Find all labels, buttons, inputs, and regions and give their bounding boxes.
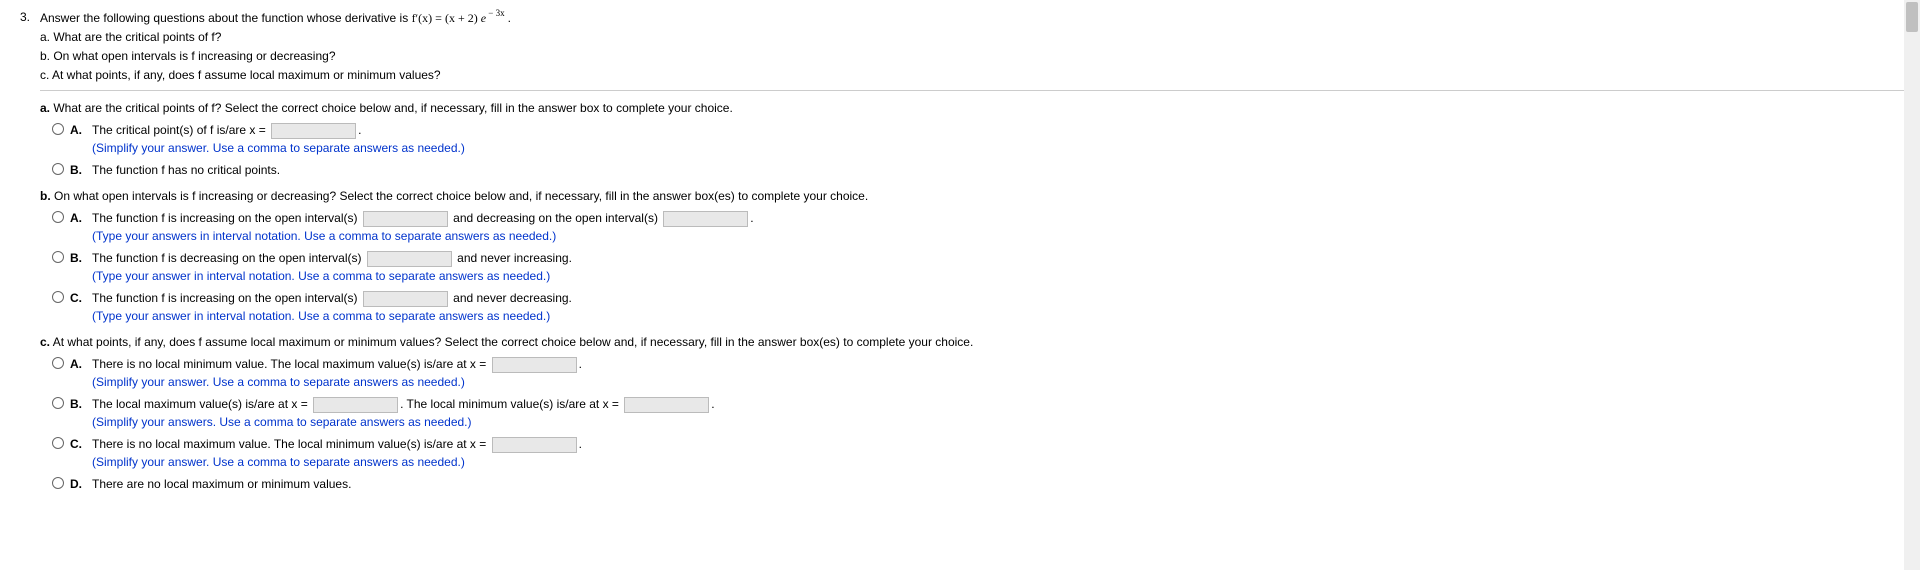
answer-input[interactable] bbox=[313, 397, 398, 413]
radio-icon[interactable] bbox=[52, 123, 64, 135]
choice-content: There is no local minimum value. The loc… bbox=[92, 355, 1904, 391]
formula-exponent: − 3x bbox=[486, 8, 505, 18]
part-b-text: On what open intervals is f increasing o… bbox=[51, 189, 869, 203]
divider bbox=[40, 90, 1904, 91]
choice-label-b: B. bbox=[70, 161, 84, 179]
stem-intro: Answer the following questions about the… bbox=[40, 8, 1904, 27]
question-stem: Answer the following questions about the… bbox=[40, 8, 1904, 84]
choice-content: The function f is decreasing on the open… bbox=[92, 249, 1904, 285]
pb-a-t2: and decreasing on the open interval(s) bbox=[450, 211, 661, 225]
part-c-prefix: c. bbox=[40, 335, 50, 349]
radio-icon[interactable] bbox=[52, 291, 64, 303]
stem-period: . bbox=[508, 11, 511, 25]
radio-icon[interactable] bbox=[52, 437, 64, 449]
part-b-choice-b[interactable]: B. The function f is decreasing on the o… bbox=[40, 249, 1904, 285]
choice-label-a: A. bbox=[70, 121, 84, 139]
part-b-prompt: b. On what open intervals is f increasin… bbox=[40, 187, 1904, 205]
pc-b-t2: . The local minimum value(s) is/are at x… bbox=[400, 397, 622, 411]
part-b-prefix: b. bbox=[40, 189, 51, 203]
part-a-choice-b[interactable]: B. The function f has no critical points… bbox=[40, 161, 1904, 179]
stem-c: c. At what points, if any, does f assume… bbox=[40, 66, 1904, 84]
part-a-prompt: a. What are the critical points of f? Se… bbox=[40, 99, 1904, 117]
answer-input[interactable] bbox=[367, 251, 452, 267]
pb-b-t1: The function f is decreasing on the open… bbox=[92, 251, 365, 265]
answer-input[interactable] bbox=[663, 211, 748, 227]
hint: (Type your answer in interval notation. … bbox=[92, 267, 1904, 285]
hint: (Simplify your answers. Use a comma to s… bbox=[92, 413, 1904, 431]
answer-input[interactable] bbox=[492, 357, 577, 373]
choice-content: The local maximum value(s) is/are at x =… bbox=[92, 395, 1904, 431]
answer-input[interactable] bbox=[492, 437, 577, 453]
radio-icon[interactable] bbox=[52, 163, 64, 175]
choice-content: There are no local maximum or minimum va… bbox=[92, 475, 1904, 493]
part-c-text: At what points, if any, does f assume lo… bbox=[50, 335, 973, 349]
part-c-choice-b[interactable]: B. The local maximum value(s) is/are at … bbox=[40, 395, 1904, 431]
choice-label-c: C. bbox=[70, 435, 84, 453]
choice-content: The function f has no critical points. bbox=[92, 161, 1904, 179]
pa-a-t1: The critical point(s) of f is/are x = bbox=[92, 123, 269, 137]
radio-icon[interactable] bbox=[52, 357, 64, 369]
choice-label-b: B. bbox=[70, 395, 84, 413]
hint: (Simplify your answer. Use a comma to se… bbox=[92, 453, 1904, 471]
pb-c-t2: and never decreasing. bbox=[450, 291, 572, 305]
formula: f′(x) = (x + 2) e − 3x bbox=[412, 11, 508, 25]
choice-content: The critical point(s) of f is/are x = . … bbox=[92, 121, 1904, 157]
pa-b-text: The function f has no critical points. bbox=[92, 163, 280, 177]
part-b-choice-a[interactable]: A. The function f is increasing on the o… bbox=[40, 209, 1904, 245]
hint: (Simplify your answer. Use a comma to se… bbox=[92, 139, 1904, 157]
choice-content: There is no local maximum value. The loc… bbox=[92, 435, 1904, 471]
formula-prefix: f′(x) = (x + 2) bbox=[412, 11, 481, 25]
pb-a-t1: The function f is increasing on the open… bbox=[92, 211, 361, 225]
answer-input[interactable] bbox=[363, 291, 448, 307]
part-c-choice-c[interactable]: C. There is no local maximum value. The … bbox=[40, 435, 1904, 471]
pb-b-t2: and never increasing. bbox=[454, 251, 572, 265]
hint: (Type your answer in interval notation. … bbox=[92, 307, 1904, 325]
stem-intro-text: Answer the following questions about the… bbox=[40, 11, 412, 25]
hint: (Type your answers in interval notation.… bbox=[92, 227, 1904, 245]
question-block: 3. Answer the following questions about … bbox=[16, 8, 1904, 495]
part-a-choice-a[interactable]: A. The critical point(s) of f is/are x =… bbox=[40, 121, 1904, 157]
part-c-prompt: c. At what points, if any, does f assume… bbox=[40, 333, 1904, 351]
pb-a-t3: . bbox=[750, 211, 753, 225]
pc-c-t2: . bbox=[579, 437, 582, 451]
choice-label-c: C. bbox=[70, 289, 84, 307]
answer-input[interactable] bbox=[624, 397, 709, 413]
pc-a-t1: There is no local minimum value. The loc… bbox=[92, 357, 490, 371]
scrollbar-thumb[interactable] bbox=[1906, 2, 1918, 32]
pa-a-t2: . bbox=[358, 123, 361, 137]
part-b-choice-c[interactable]: C. The function f is increasing on the o… bbox=[40, 289, 1904, 325]
radio-icon[interactable] bbox=[52, 477, 64, 489]
pc-b-t1: The local maximum value(s) is/are at x = bbox=[92, 397, 311, 411]
pc-c-t1: There is no local maximum value. The loc… bbox=[92, 437, 490, 451]
radio-icon[interactable] bbox=[52, 211, 64, 223]
choice-content: The function f is increasing on the open… bbox=[92, 289, 1904, 325]
stem-a: a. What are the critical points of f? bbox=[40, 28, 1904, 46]
pc-a-t2: . bbox=[579, 357, 582, 371]
pb-c-t1: The function f is increasing on the open… bbox=[92, 291, 361, 305]
pc-d-text: There are no local maximum or minimum va… bbox=[92, 477, 351, 491]
part-c-choice-a[interactable]: A. There is no local minimum value. The … bbox=[40, 355, 1904, 391]
choice-content: The function f is increasing on the open… bbox=[92, 209, 1904, 245]
part-a-prefix: a. bbox=[40, 101, 50, 115]
part-c-choice-d[interactable]: D. There are no local maximum or minimum… bbox=[40, 475, 1904, 493]
choice-label-d: D. bbox=[70, 475, 84, 493]
question-number: 3. bbox=[16, 8, 30, 495]
radio-icon[interactable] bbox=[52, 251, 64, 263]
hint: (Simplify your answer. Use a comma to se… bbox=[92, 373, 1904, 391]
part-a-text: What are the critical points of f? Selec… bbox=[50, 101, 733, 115]
question-body: Answer the following questions about the… bbox=[40, 8, 1904, 495]
radio-icon[interactable] bbox=[52, 397, 64, 409]
answer-input[interactable] bbox=[363, 211, 448, 227]
choice-label-a: A. bbox=[70, 209, 84, 227]
choice-label-a: A. bbox=[70, 355, 84, 373]
choice-label-b: B. bbox=[70, 249, 84, 267]
stem-b: b. On what open intervals is f increasin… bbox=[40, 47, 1904, 65]
scrollbar[interactable] bbox=[1904, 0, 1920, 570]
pc-b-t3: . bbox=[711, 397, 714, 411]
answer-input[interactable] bbox=[271, 123, 356, 139]
